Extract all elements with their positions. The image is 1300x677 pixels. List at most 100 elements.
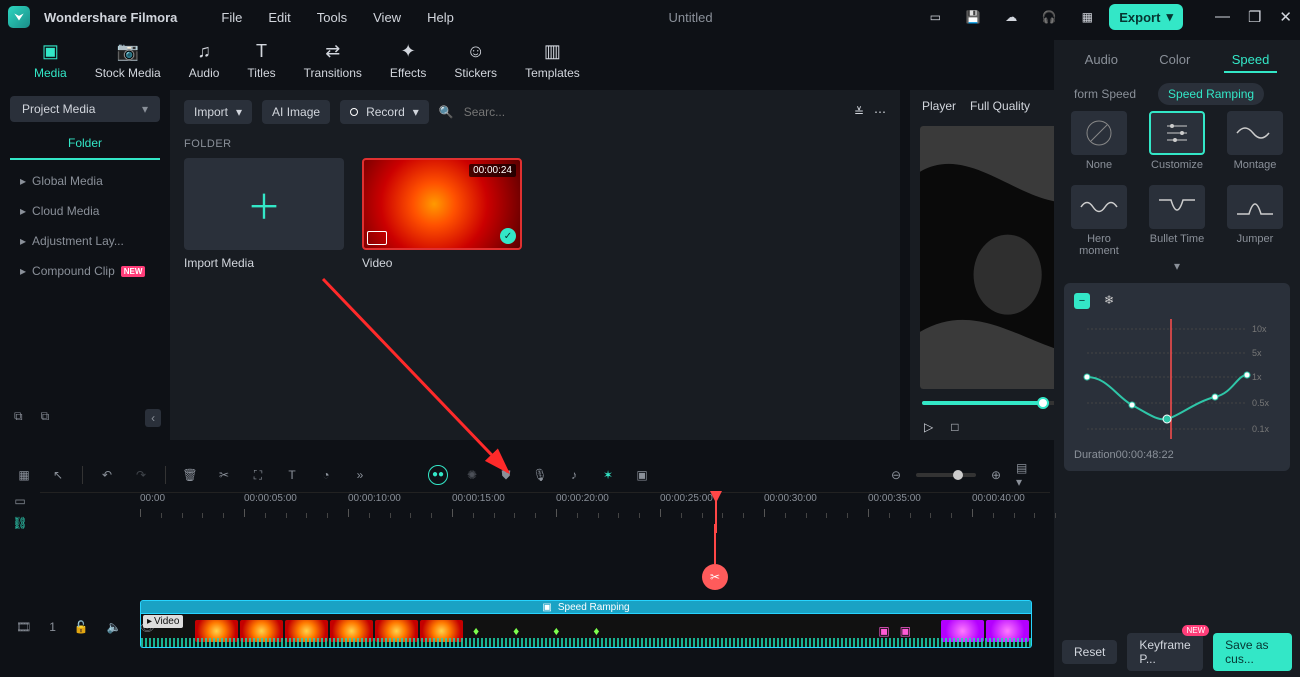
play-icon[interactable]: ▷	[924, 420, 933, 434]
transitions-icon: ⇄	[322, 40, 344, 62]
ramp-enable-check[interactable]: −	[1074, 293, 1090, 309]
effects-icon: ✦	[397, 40, 419, 62]
clip-label: ▸ Video	[143, 615, 183, 628]
preset-customize[interactable]: Customize	[1145, 111, 1209, 171]
menu-view[interactable]: View	[373, 10, 401, 25]
ai-image-button[interactable]: AI Image	[262, 100, 330, 124]
ai-icon[interactable]: ●●	[428, 465, 448, 485]
mode-speed-ramping[interactable]: Speed Ramping	[1158, 83, 1264, 105]
save-custom-button[interactable]: Save as cus...	[1213, 633, 1292, 671]
close-icon[interactable]: ✕	[1279, 8, 1292, 26]
preset-bullet-time[interactable]: Bullet Time	[1145, 185, 1209, 257]
folder-tab[interactable]: Folder	[10, 128, 160, 160]
cloud-icon[interactable]: ☁	[1003, 9, 1019, 25]
stop-icon[interactable]: □	[951, 420, 958, 434]
preset-jumper[interactable]: Jumper	[1223, 185, 1287, 257]
more-presets-icon[interactable]: ▾	[1064, 259, 1290, 273]
keyframe-button[interactable]: Keyframe P...NEW	[1127, 633, 1203, 671]
track-video-icon[interactable]: 🎞	[16, 620, 31, 634]
chevron-down-icon: ▾	[142, 102, 148, 116]
apps-icon[interactable]: ▦	[1079, 9, 1095, 25]
panel-tab-speed[interactable]: Speed	[1224, 48, 1278, 73]
search-box[interactable]: 🔍	[439, 104, 844, 120]
preset-montage[interactable]: Montage	[1223, 111, 1287, 171]
grid-icon[interactable]: ▦	[14, 465, 34, 485]
tab-effects[interactable]: ✦Effects	[390, 40, 426, 90]
video-clip-card[interactable]: 00:00:24 ✓ Video	[362, 158, 522, 270]
zoom-in-icon[interactable]: ⊕	[986, 465, 1006, 485]
chevron-down-icon: ▾	[1166, 9, 1173, 25]
timeline-ruler[interactable]: 00:0000:00:05:0000:00:10:0000:00:15:0000…	[40, 492, 1050, 528]
record-dropdown[interactable]: Record ▾	[340, 100, 429, 124]
tab-transitions[interactable]: ⇄Transitions	[304, 40, 362, 90]
tab-audio[interactable]: ♫Audio	[189, 40, 220, 90]
mic-icon[interactable]: 🎙	[530, 465, 550, 485]
crop-icon[interactable]: ⛶	[248, 465, 268, 485]
panel-tab-color[interactable]: Color	[1151, 48, 1198, 73]
track-mute-icon[interactable]: 🔈	[107, 620, 122, 634]
freeze-icon[interactable]: ❄	[1104, 293, 1114, 309]
sidebar-adjustment-layer[interactable]: ▸ Adjustment Lay...	[10, 226, 160, 256]
more-tools-icon[interactable]: »	[350, 465, 370, 485]
track-lock-icon[interactable]: 🔓	[74, 620, 89, 634]
menu-edit[interactable]: Edit	[268, 10, 290, 25]
tab-templates[interactable]: ▥Templates	[525, 40, 580, 90]
stock-icon: 📷	[117, 40, 139, 62]
pointer-icon[interactable]: ↖	[48, 465, 68, 485]
marker-icon[interactable]: ✶	[598, 465, 618, 485]
sidebar-cloud-media[interactable]: ▸ Cloud Media	[10, 196, 160, 226]
tab-media[interactable]: ▣Media	[34, 40, 67, 90]
stickers-icon: ☺	[465, 40, 487, 62]
maximize-icon[interactable]: ❐	[1248, 8, 1261, 26]
collapse-icon[interactable]: ‹	[145, 409, 161, 427]
more-icon[interactable]: ⋯	[874, 105, 886, 119]
timeline-clip[interactable]: ▣Speed Ramping ▸ Video ♦♦♦♦ ▣▣	[140, 600, 1032, 648]
ruler-tick: 00:00:10:00	[348, 493, 401, 504]
zoom-slider[interactable]	[916, 473, 976, 477]
split-marker[interactable]: ✂	[702, 564, 728, 590]
menu-tools[interactable]: Tools	[317, 10, 347, 25]
frame-icon[interactable]: ▣	[632, 465, 652, 485]
sidebar-global-media[interactable]: ▸ Global Media	[10, 166, 160, 196]
processing-icon[interactable]: ✺	[462, 465, 482, 485]
folder-out-icon[interactable]: ⧉	[41, 409, 50, 427]
filter-icon[interactable]: ≚	[854, 105, 864, 119]
duration-value: 00:00:48:22	[1116, 449, 1174, 461]
menu-help[interactable]: Help	[427, 10, 454, 25]
device-icon[interactable]: ▭	[927, 9, 943, 25]
delete-icon[interactable]: 🗑	[180, 465, 200, 485]
reset-button[interactable]: Reset	[1062, 640, 1117, 664]
cut-icon[interactable]: ✂	[214, 465, 234, 485]
speed-tool-icon[interactable]: ◔	[316, 465, 336, 485]
tab-titles[interactable]: TTitles	[247, 40, 275, 90]
clip-duration-badge: 00:00:24	[469, 164, 516, 177]
music-icon[interactable]: ♪	[564, 465, 584, 485]
import-dropdown[interactable]: Import ▾	[184, 100, 252, 124]
tab-stock[interactable]: 📷Stock Media	[95, 40, 161, 90]
headset-icon[interactable]: 🎧	[1041, 9, 1057, 25]
layout-icon[interactable]: ▤ ▾	[1016, 465, 1036, 485]
project-media-button[interactable]: Project Media ▾	[10, 96, 160, 122]
track-link-icon[interactable]: ▭	[14, 494, 25, 508]
save-icon[interactable]: 💾	[965, 9, 981, 25]
sidebar-compound-clip[interactable]: ▸ Compound ClipNEW	[10, 256, 160, 286]
menu-file[interactable]: File	[221, 10, 242, 25]
ruler-tick: 00:00:30:00	[764, 493, 817, 504]
minimize-icon[interactable]: —	[1215, 8, 1230, 26]
panel-tab-audio[interactable]: Audio	[1077, 48, 1126, 73]
new-folder-icon[interactable]: ⧉	[14, 409, 23, 427]
import-media-card[interactable]: ＋ Import Media	[184, 158, 344, 270]
shield-icon[interactable]: ⛊	[496, 465, 516, 485]
preset-none[interactable]: None	[1067, 111, 1131, 171]
preset-hero-moment[interactable]: Hero moment	[1067, 185, 1131, 257]
track-chain-icon[interactable]: ⛓	[12, 516, 27, 530]
text-icon[interactable]: T	[282, 465, 302, 485]
export-button[interactable]: Export ▾	[1109, 4, 1183, 30]
tab-stickers[interactable]: ☺Stickers	[454, 40, 497, 90]
mode-uniform-speed[interactable]: form Speed	[1064, 83, 1146, 105]
zoom-out-icon[interactable]: ⊖	[886, 465, 906, 485]
search-input[interactable]	[462, 104, 522, 120]
speed-curve-editor[interactable]: 10x 5x 1x 0.5x 0.1x	[1074, 319, 1280, 439]
undo-icon[interactable]: ↶	[97, 465, 117, 485]
redo-icon[interactable]: ↷	[131, 465, 151, 485]
